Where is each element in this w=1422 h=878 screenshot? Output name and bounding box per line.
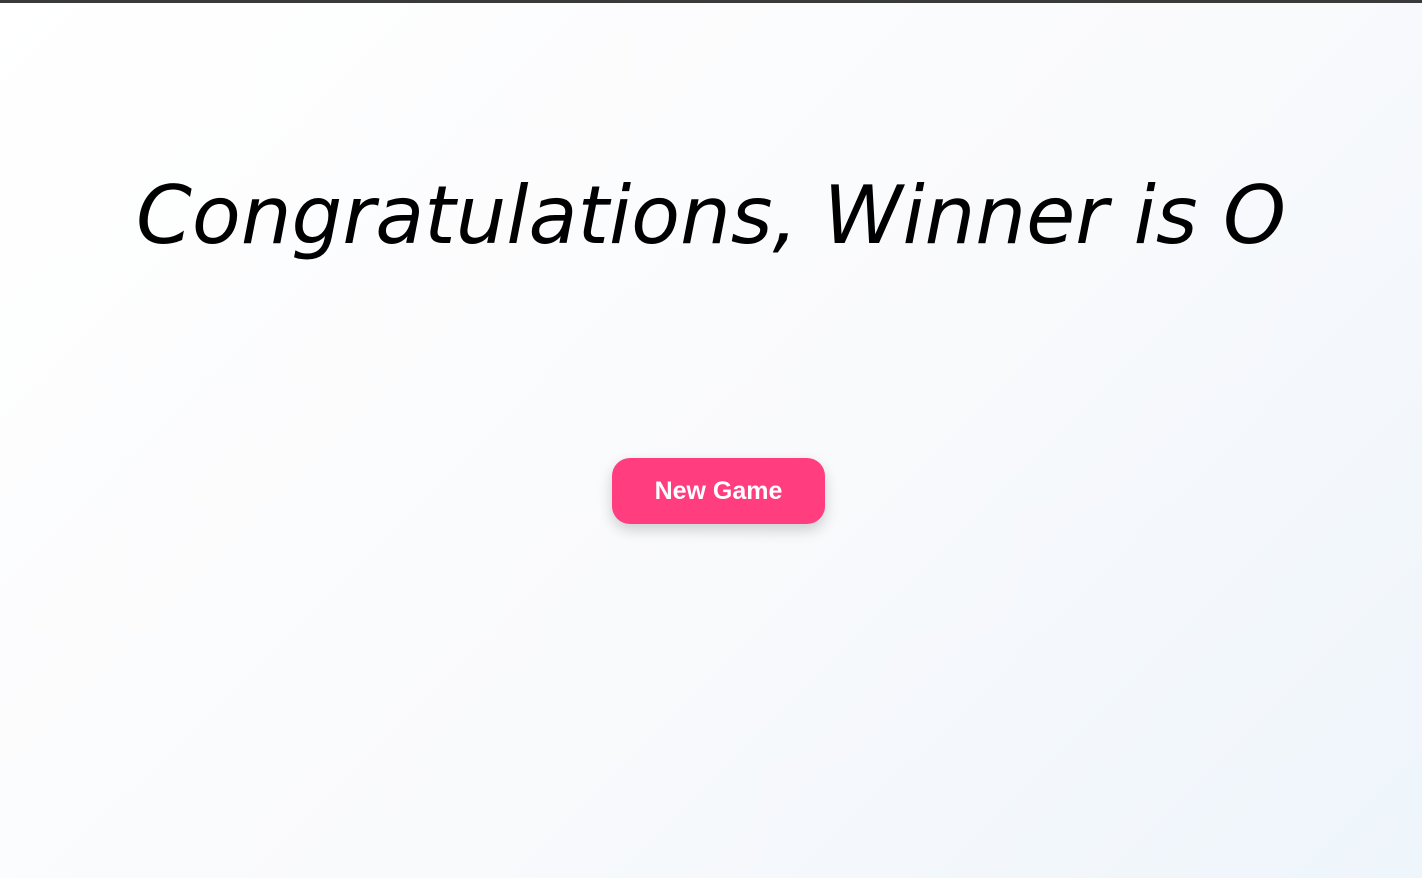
new-game-button[interactable]: New Game <box>612 458 825 524</box>
winner-message: Congratulations, Winner is O <box>136 169 1286 262</box>
window-top-border <box>0 0 1422 3</box>
